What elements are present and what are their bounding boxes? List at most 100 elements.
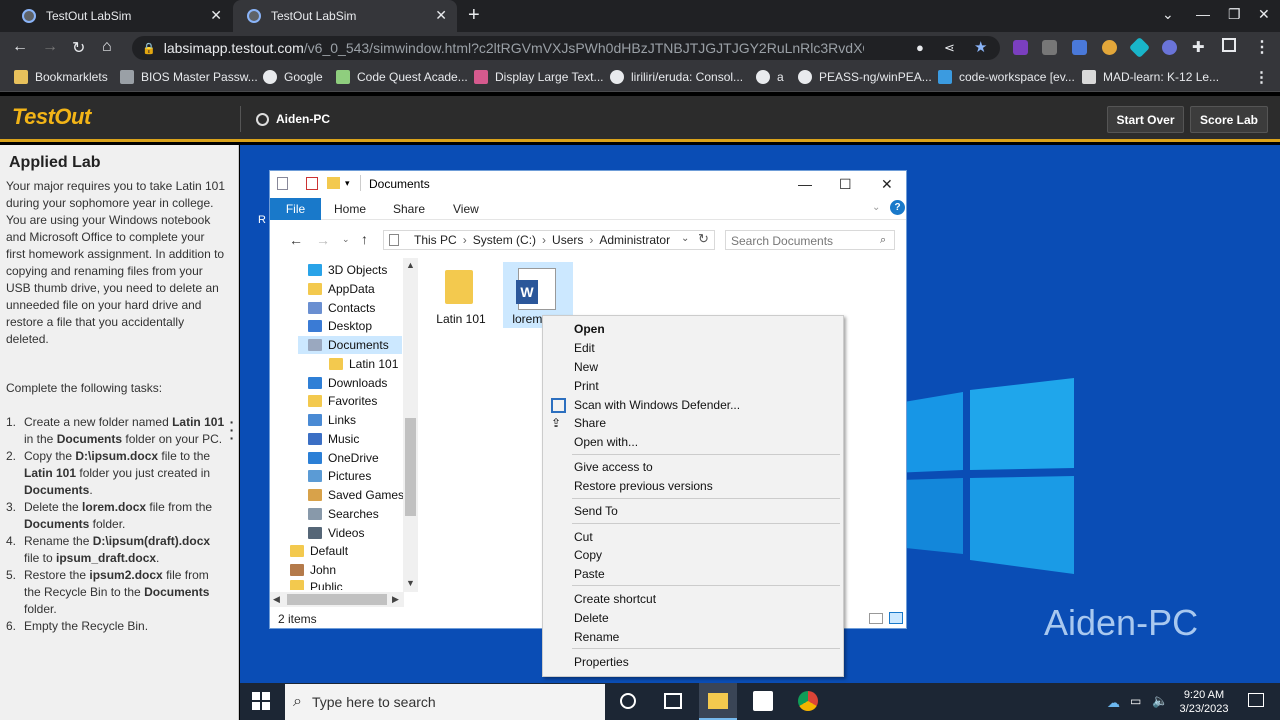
nav-item-latin-101[interactable]: Latin 101 [329, 355, 398, 373]
nav-item-documents[interactable]: Documents [308, 336, 389, 354]
nav-item-music[interactable]: Music [308, 430, 359, 448]
new-tab-icon[interactable]: + [468, 4, 480, 27]
scroll-down-icon[interactable]: ▼ [406, 578, 415, 588]
nav-item-john[interactable]: John [290, 561, 336, 579]
close-tab-icon[interactable]: ✕ [210, 7, 222, 24]
context-menu-item-restore-previous-versions[interactable]: Restore previous versions [574, 479, 713, 493]
context-menu-item-create-shortcut[interactable]: Create shortcut [574, 592, 656, 606]
qat-dropdown-icon[interactable]: ▾ [345, 178, 350, 189]
explorer-maximize-icon[interactable]: ☐ [839, 176, 852, 193]
context-menu-item-scan-with-windows-defender[interactable]: Scan with Windows Defender... [574, 398, 740, 412]
nav-item-public[interactable]: Public [290, 579, 343, 590]
browser-tab-active[interactable]: TestOut LabSim ✕ [233, 0, 457, 32]
ribbon-tab-file[interactable]: File [270, 198, 321, 220]
pc-selector[interactable]: Aiden-PC [256, 112, 330, 126]
bookmarks-overflow-icon[interactable]: ⋮ [1254, 68, 1269, 86]
nav-item-onedrive[interactable]: OneDrive [308, 449, 379, 467]
new-folder-qat-icon[interactable] [327, 177, 340, 189]
score-lab-button[interactable]: Score Lab [1190, 106, 1268, 133]
search-documents-input[interactable]: Search Documents [725, 230, 895, 250]
nav-scroll-thumb[interactable] [405, 418, 416, 516]
onedrive-icon[interactable]: ☁ [1107, 695, 1120, 711]
properties-qat-icon[interactable] [277, 177, 288, 190]
context-menu-item-copy[interactable]: Copy [574, 548, 602, 562]
nav-item-videos[interactable]: Videos [308, 524, 364, 542]
task-view-icon[interactable] [664, 693, 682, 709]
details-view-icon[interactable] [869, 613, 883, 624]
nav-item-searches[interactable]: Searches [308, 505, 379, 523]
chrome-icon[interactable] [798, 691, 818, 711]
large-icons-view-icon[interactable] [889, 612, 903, 624]
scroll-up-icon[interactable]: ▲ [406, 260, 415, 270]
bookmark-item[interactable]: BIOS Master Passw... [120, 70, 258, 84]
share-icon[interactable]: ⋖ [944, 40, 955, 56]
context-menu-item-open-with[interactable]: Open with... [574, 435, 638, 449]
tab-search-icon[interactable]: ⌄ [1162, 6, 1174, 23]
recycle-bin-label-partial[interactable]: R [258, 214, 266, 226]
forward-icon[interactable]: → [42, 38, 58, 56]
menu-dots-icon[interactable]: ⋮ [1254, 37, 1270, 57]
scroll-left-icon[interactable]: ◀ [273, 594, 280, 605]
nav-hscroll-thumb[interactable] [287, 594, 387, 605]
explorer-address-bar[interactable]: This PC › System (C:) › Users › Administrat… [383, 230, 715, 250]
context-menu-item-share[interactable]: Share [574, 416, 606, 430]
extension-k-icon[interactable] [1013, 40, 1028, 55]
minimize-icon[interactable]: — [1196, 6, 1210, 22]
explorer-back-icon[interactable]: ← [289, 232, 303, 248]
context-menu-item-properties[interactable]: Properties [574, 655, 629, 669]
extensions-puzzle-icon[interactable]: ✚ [1192, 38, 1205, 56]
nav-item-links[interactable]: Links [308, 411, 356, 429]
nav-item-favorites[interactable]: Favorites [308, 392, 377, 410]
close-tab-icon[interactable]: ✕ [435, 7, 447, 24]
address-refresh-icon[interactable]: ↻ [698, 231, 709, 247]
nav-item-appdata[interactable]: AppData [308, 280, 375, 298]
bookmark-item[interactable]: Bookmarklets [14, 70, 108, 84]
context-menu-item-open[interactable]: Open [574, 322, 605, 336]
explorer-close-icon[interactable]: ✕ [881, 176, 893, 193]
ribbon-expand-icon[interactable]: ⌄ [872, 202, 880, 213]
context-menu-item-edit[interactable]: Edit [574, 341, 595, 355]
bookmark-item[interactable]: Code Quest Acade... [336, 70, 468, 84]
breadcrumb-administrator[interactable]: Administrator [599, 233, 670, 247]
network-icon[interactable]: ▭ [1130, 694, 1141, 708]
context-menu-item-new[interactable]: New [574, 360, 598, 374]
volume-icon[interactable]: 🔈 [1152, 693, 1168, 709]
bookmark-item[interactable]: code-workspace [ev... [938, 70, 1075, 84]
bookmark-item[interactable]: Display Large Text... [474, 70, 604, 84]
ribbon-tab-share[interactable]: Share [393, 202, 425, 216]
latin-101-folder[interactable]: Latin 101 [426, 312, 496, 326]
breadcrumb-this-pc[interactable]: This PC [414, 233, 457, 247]
taskbar-clock[interactable]: 9:20 AM 3/23/2023 [1168, 688, 1240, 716]
ribbon-tab-view[interactable]: View [453, 202, 479, 216]
breadcrumb-system-c[interactable]: System (C:) [473, 233, 536, 247]
context-menu-item-delete[interactable]: Delete [574, 611, 609, 625]
location-icon[interactable]: ● [916, 40, 924, 55]
reload-icon[interactable]: ↻ [72, 38, 85, 58]
extension-cookie-icon[interactable] [1102, 40, 1117, 55]
nav-item-downloads[interactable]: Downloads [308, 374, 387, 392]
checkmark-qat-icon[interactable] [306, 177, 318, 190]
extension-r-icon[interactable] [1042, 40, 1057, 55]
bookmark-item[interactable]: liriliri/eruda: Consol... [610, 70, 743, 84]
ribbon-tab-home[interactable]: Home [334, 202, 366, 216]
back-icon[interactable]: ← [12, 38, 28, 56]
context-menu-item-send-to[interactable]: Send To [574, 504, 618, 518]
nav-item-saved-games[interactable]: Saved Games [308, 486, 404, 504]
context-menu-item-give-access-to[interactable]: Give access to [574, 460, 653, 474]
close-window-icon[interactable]: ✕ [1258, 6, 1270, 23]
nav-item-contacts[interactable]: Contacts [308, 299, 375, 317]
panel-resize-handle[interactable]: · · · [226, 415, 238, 446]
help-icon[interactable]: ? [890, 200, 905, 215]
bookmark-item[interactable]: MAD-learn: K-12 Le... [1082, 70, 1219, 84]
address-dropdown-icon[interactable]: ⌄ [681, 233, 689, 244]
explorer-forward-icon[interactable]: → [316, 232, 330, 248]
scroll-right-icon[interactable]: ▶ [392, 594, 399, 605]
start-over-button[interactable]: Start Over [1107, 106, 1184, 133]
context-menu-item-print[interactable]: Print [574, 379, 599, 393]
restore-icon[interactable]: ❐ [1228, 6, 1241, 23]
translate-icon[interactable] [1072, 40, 1087, 55]
store-icon[interactable] [753, 691, 773, 711]
notification-icon[interactable] [1248, 693, 1264, 707]
side-panel-icon[interactable] [1222, 38, 1236, 52]
nav-item-desktop[interactable]: Desktop [308, 317, 372, 335]
